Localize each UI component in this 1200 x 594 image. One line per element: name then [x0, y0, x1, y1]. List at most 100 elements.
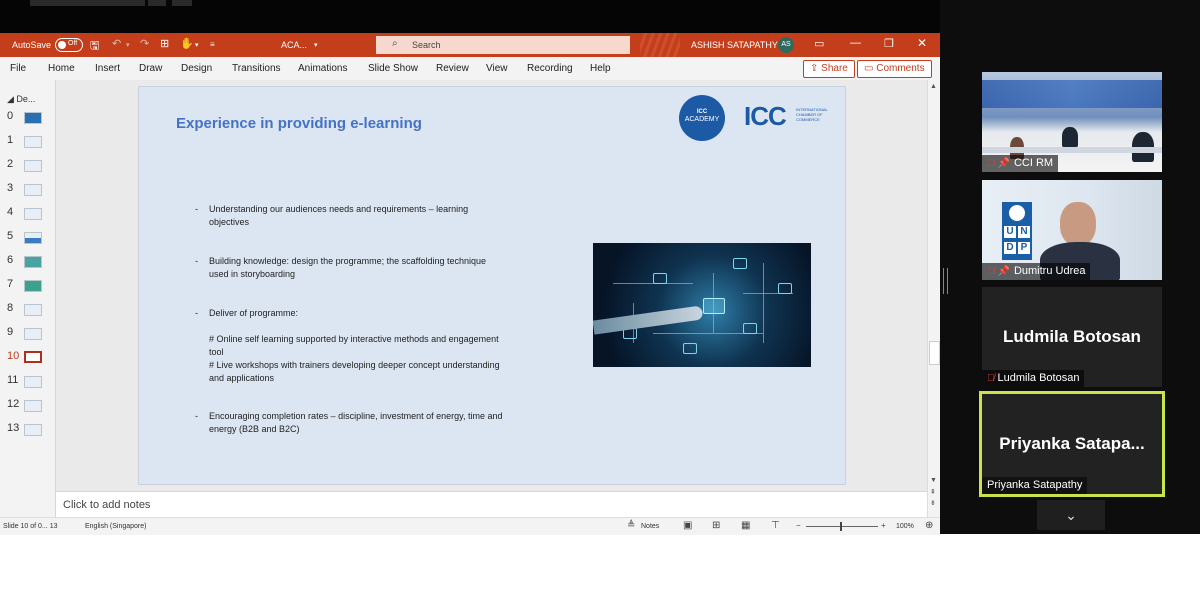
user-avatar[interactable]: AS: [778, 37, 794, 53]
participant-tile-dumitru-udrea[interactable]: U N D P 🎙̸ 📌 Dumitru Udrea: [982, 180, 1162, 280]
thumb-number: 13: [7, 422, 20, 434]
close-icon[interactable]: ✕: [917, 36, 927, 50]
icc-academy-logo: ICC ACADEMY: [679, 95, 725, 141]
participant-tile-priyanka-satapathy-active[interactable]: Priyanka Satapa... Priyanka Satapathy: [979, 391, 1165, 497]
panel-resize-handle[interactable]: [943, 268, 948, 294]
thumb-number: 3: [7, 182, 14, 194]
save-icon[interactable]: 🖫: [90, 37, 99, 56]
icc-logo: ICC: [744, 101, 787, 131]
slide-thumbnail[interactable]: [24, 112, 42, 124]
undo-icon[interactable]: ↶: [112, 37, 121, 50]
slide-thumbnail[interactable]: [24, 208, 42, 220]
notes-toggle-label[interactable]: Notes: [641, 523, 659, 530]
title-pattern: [640, 33, 680, 57]
touch-mode-icon[interactable]: ✋: [180, 37, 194, 50]
bullet-2[interactable]: - Building knowledge: design the program…: [195, 255, 539, 281]
notes-pane[interactable]: Click to add notes: [56, 491, 927, 518]
scrollbar-thumb[interactable]: [929, 341, 940, 365]
tab-file[interactable]: File: [10, 63, 26, 74]
pointing-hand: [593, 305, 704, 335]
autosave-toggle[interactable]: Off: [55, 38, 83, 52]
slide-show-icon[interactable]: ⊤: [771, 520, 780, 531]
slide-thumbnail[interactable]: [24, 280, 42, 292]
previous-slide-icon[interactable]: ⇞: [930, 488, 936, 496]
tab-transitions[interactable]: Transitions: [232, 63, 281, 74]
participant-tile-ludmila-botosan[interactable]: Ludmila Botosan 🎙̸ Ludmila Botosan: [982, 287, 1162, 387]
scroll-up-icon[interactable]: ▲: [930, 83, 937, 90]
share-button[interactable]: ⇪ Share: [803, 60, 855, 78]
vertical-scrollbar[interactable]: ▲ ▼ ⇞ ⇟: [927, 80, 940, 517]
doc-name-dropdown-icon[interactable]: ▾: [314, 41, 318, 49]
slide-thumbnail[interactable]: [24, 400, 42, 412]
collapse-triangle-icon: ◢: [7, 94, 17, 104]
toggle-knob: [58, 41, 66, 49]
slide-thumbnail-selected[interactable]: [24, 351, 42, 363]
bullet-1[interactable]: - Understanding our audiences needs and …: [195, 203, 529, 229]
comments-button[interactable]: ▭ Comments: [857, 60, 932, 78]
present-icon[interactable]: ⊞: [160, 37, 169, 50]
zoom-level[interactable]: 100%: [896, 523, 914, 530]
tab-draw[interactable]: Draw: [139, 63, 162, 74]
slide-thumbnail[interactable]: [24, 232, 42, 244]
pin-icon: 📌: [997, 266, 1010, 277]
zoom-slider-knob[interactable]: [840, 522, 842, 531]
tab-recording[interactable]: Recording: [527, 63, 573, 74]
bullet-4[interactable]: - Encouraging completion rates – discipl…: [195, 410, 549, 436]
zoom-slider-track[interactable]: [806, 526, 878, 527]
reading-view-icon[interactable]: ▦: [741, 520, 750, 531]
slide-thumbnail[interactable]: [24, 376, 42, 388]
slide-thumbnail[interactable]: [24, 256, 42, 268]
chevron-down-icon[interactable]: ⌄: [1037, 500, 1105, 530]
slide-thumbnail[interactable]: [24, 304, 42, 316]
zoom-out-icon[interactable]: −: [796, 521, 801, 530]
thumb-number: 12: [7, 398, 20, 410]
tab-help[interactable]: Help: [590, 63, 611, 74]
language-indicator[interactable]: English (Singapore): [85, 523, 146, 530]
participant-tile-cci-rm[interactable]: 🎙̸ 📌 CCI RM: [982, 72, 1162, 172]
user-name[interactable]: ASHISH SATAPATHY: [691, 40, 778, 50]
slide-thumbnail[interactable]: [24, 184, 42, 196]
scroll-down-icon[interactable]: ▼: [930, 477, 937, 484]
toolbar-block: [172, 0, 192, 6]
current-slide[interactable]: Experience in providing e-learning ICC A…: [138, 86, 846, 485]
section-label[interactable]: ◢ De...: [7, 94, 35, 105]
next-slide-icon[interactable]: ⇟: [930, 499, 936, 507]
bullet-3[interactable]: - Deliver of programme: # Online self le…: [195, 307, 549, 385]
undo-dropdown-icon[interactable]: ▾: [126, 41, 130, 49]
slide-title[interactable]: Experience in providing e-learning: [176, 115, 422, 132]
thumb-number: 2: [7, 158, 14, 170]
slide-thumbnail[interactable]: [24, 136, 42, 148]
tab-view[interactable]: View: [486, 63, 508, 74]
e-learning-circuit-image[interactable]: [593, 243, 811, 367]
ribbon-tabs: File Home Insert Draw Design Transitions…: [0, 57, 940, 80]
tab-design[interactable]: Design: [181, 63, 212, 74]
minimize-icon[interactable]: —: [850, 37, 861, 49]
tab-home[interactable]: Home: [48, 63, 75, 74]
touch-dropdown-icon[interactable]: ▾: [195, 41, 199, 49]
slide-thumbnail[interactable]: [24, 328, 42, 340]
notes-toggle-icon[interactable]: ≜: [627, 520, 635, 531]
document-name[interactable]: ACA...: [281, 40, 307, 50]
zoom-in-icon[interactable]: +: [881, 521, 886, 530]
restore-icon[interactable]: ❐: [884, 37, 894, 50]
slide-thumbnail[interactable]: [24, 424, 42, 436]
toolbar-block: [148, 0, 166, 6]
redo-icon[interactable]: ↷: [140, 37, 149, 50]
tab-review[interactable]: Review: [436, 63, 469, 74]
slide-thumbnail-pane: ◢ De... 0 1 2 3 4 5 6 7 8 9 10 11 12 13: [0, 80, 56, 517]
tab-slide-show[interactable]: Slide Show: [368, 63, 418, 74]
search-box[interactable]: ⌕ Search: [376, 36, 630, 54]
normal-view-icon[interactable]: ▣: [683, 520, 692, 531]
participant-name-tag: 🎙̸ 📌 Dumitru Udrea: [982, 263, 1091, 280]
slide-sorter-icon[interactable]: ⊞: [712, 520, 720, 531]
thumb-number: 9: [7, 326, 14, 338]
tab-insert[interactable]: Insert: [95, 63, 120, 74]
autosave-state: Off: [68, 40, 78, 47]
tab-animations[interactable]: Animations: [298, 63, 347, 74]
search-placeholder: Search: [412, 40, 441, 50]
slide-thumbnail[interactable]: [24, 160, 42, 172]
ribbon-display-icon[interactable]: ▭: [814, 37, 824, 50]
customize-toolbar-icon[interactable]: ≡: [210, 40, 215, 49]
mic-muted-icon: 🎙̸: [987, 266, 995, 277]
fit-to-window-icon[interactable]: ⊕: [925, 520, 933, 531]
